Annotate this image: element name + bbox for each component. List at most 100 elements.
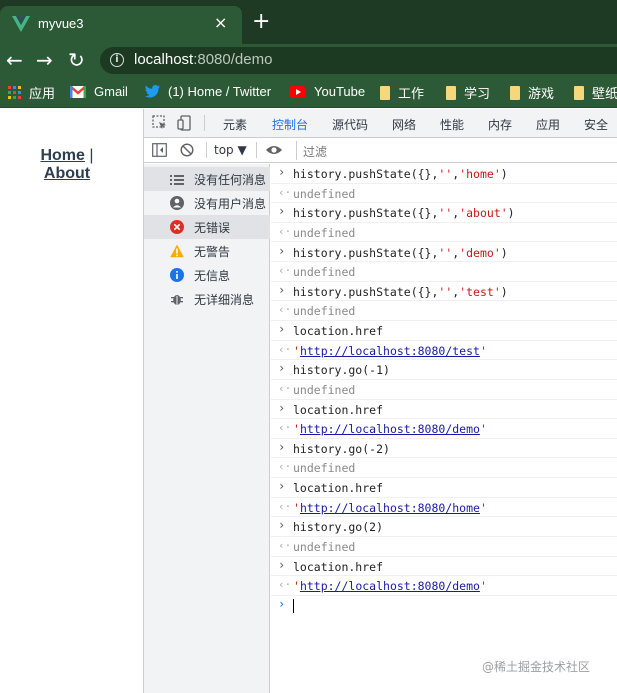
bookmark-folder-wallpaper[interactable]: 壁纸 bbox=[574, 83, 617, 101]
console-output[interactable]: › history.pushState({},'','home') ‹· undefi… bbox=[271, 164, 617, 693]
console-result-row[interactable]: ‹· undefined bbox=[271, 380, 617, 400]
console-command: history.go(-1) bbox=[293, 363, 390, 377]
apps-grid-icon bbox=[8, 86, 21, 99]
console-result-row[interactable]: ‹·'http://localhost:8080/test' bbox=[271, 341, 617, 361]
console-result-value: undefined bbox=[293, 304, 356, 319]
console-command: location.href bbox=[293, 481, 383, 495]
console-input-row[interactable]: › history.go(-2) bbox=[271, 439, 617, 459]
sidebar-item-errors[interactable]: 无错误 bbox=[144, 215, 270, 239]
quote-mark: ' bbox=[293, 343, 300, 358]
input-chevron-icon: › bbox=[278, 557, 286, 572]
console-result-row[interactable]: ‹· undefined bbox=[271, 537, 617, 557]
error-icon bbox=[170, 220, 184, 234]
site-info-icon[interactable]: i bbox=[110, 53, 124, 67]
console-input-row[interactable]: › location.href bbox=[271, 557, 617, 577]
close-tab-icon[interactable]: × bbox=[214, 13, 227, 33]
console-input-row[interactable]: › history.go(2) bbox=[271, 517, 617, 537]
tab-elements[interactable]: 元素 bbox=[223, 116, 247, 133]
quote-mark: ' bbox=[479, 579, 487, 594]
console-result-row[interactable]: ‹·'http://localhost:8080/home' bbox=[271, 498, 617, 518]
console-prompt[interactable]: › bbox=[271, 596, 617, 616]
bug-icon bbox=[171, 295, 183, 305]
sidebar-item-verbose[interactable]: 无详细消息 bbox=[144, 287, 270, 311]
console-result-value: undefined bbox=[293, 461, 356, 476]
live-expression-eye-icon[interactable] bbox=[265, 144, 283, 156]
console-input-row[interactable]: › history.pushState({},'','about') bbox=[271, 203, 617, 223]
console-result-row[interactable]: ‹·'http://localhost:8080/demo' bbox=[271, 419, 617, 439]
bookmark-folder-study[interactable]: 学习 bbox=[446, 83, 490, 101]
input-chevron-icon: › bbox=[278, 322, 286, 337]
result-url-link[interactable]: http://localhost:8080/demo bbox=[300, 579, 480, 593]
nav-link-home[interactable]: Home bbox=[40, 147, 84, 164]
console-input-row[interactable]: › location.href bbox=[271, 321, 617, 341]
tab-title: myvue3 bbox=[38, 16, 84, 31]
bookmark-folder-work[interactable]: 工作 bbox=[380, 83, 424, 101]
devtools-panel: 元素 控制台 源代码 网络 性能 内存 应用 安全 top ▼ 过滤 没有任何消… bbox=[143, 109, 617, 693]
bookmark-folder-games[interactable]: 游戏 bbox=[510, 83, 554, 101]
input-chevron-icon: › bbox=[278, 400, 286, 415]
result-arrow-icon: ‹· bbox=[278, 578, 292, 592]
console-input-row[interactable]: › location.href bbox=[271, 400, 617, 420]
sidebar-item-info[interactable]: 无信息 bbox=[144, 263, 270, 287]
youtube-icon bbox=[289, 85, 306, 98]
bookmark-youtube[interactable]: YouTube bbox=[289, 83, 365, 101]
filter-input[interactable] bbox=[297, 143, 617, 161]
forward-arrow-icon[interactable]: → bbox=[36, 49, 53, 71]
console-input-row[interactable]: › history.go(-1) bbox=[271, 360, 617, 380]
devtools-tab-bar: 元素 控制台 源代码 网络 性能 内存 应用 安全 bbox=[144, 109, 617, 141]
tab-network[interactable]: 网络 bbox=[392, 116, 416, 133]
user-icon bbox=[170, 196, 184, 210]
browser-tab[interactable]: myvue3 × bbox=[0, 6, 242, 44]
console-result-row[interactable]: ‹·'http://localhost:8080/demo' bbox=[271, 576, 617, 596]
console-input-row[interactable]: › history.pushState({},'','demo') bbox=[271, 243, 617, 263]
result-url-link[interactable]: http://localhost:8080/test bbox=[300, 344, 480, 358]
string-literal: 'about' bbox=[459, 206, 508, 221]
tab-sources[interactable]: 源代码 bbox=[332, 116, 368, 133]
console-result-row[interactable]: ‹· undefined bbox=[271, 262, 617, 282]
toolbar-divider bbox=[206, 142, 207, 158]
console-result-row[interactable]: ‹· undefined bbox=[271, 223, 617, 243]
tab-console[interactable]: 控制台 bbox=[267, 116, 313, 141]
console-result-row[interactable]: ‹· undefined bbox=[271, 301, 617, 321]
quote-mark: ' bbox=[479, 500, 487, 515]
quote-mark: ' bbox=[479, 343, 487, 358]
context-selector[interactable]: top ▼ bbox=[214, 143, 247, 157]
result-url-link[interactable]: http://localhost:8080/home bbox=[300, 501, 480, 515]
tab-application[interactable]: 应用 bbox=[536, 116, 560, 133]
console-result-value: undefined bbox=[293, 225, 356, 240]
address-bar[interactable]: i localhost:8080/demo bbox=[100, 47, 617, 74]
back-arrow-icon[interactable]: ← bbox=[6, 49, 23, 71]
command-text: history.go(-1) bbox=[293, 363, 390, 378]
input-chevron-icon: › bbox=[278, 361, 286, 376]
console-command: history.pushState({},'','about') bbox=[293, 206, 515, 220]
console-input-row[interactable]: › history.pushState({},'','test') bbox=[271, 282, 617, 302]
sidebar-toggle-icon[interactable] bbox=[152, 143, 167, 157]
console-url-result: 'http://localhost:8080/test' bbox=[293, 344, 487, 358]
device-toggle-icon[interactable] bbox=[177, 115, 193, 131]
nav-link-about[interactable]: About bbox=[44, 165, 90, 182]
bookmark-twitter[interactable]: (1) Home / Twitter bbox=[145, 83, 271, 101]
result-arrow-icon: ‹· bbox=[278, 499, 292, 513]
console-command: history.pushState({},'','home') bbox=[293, 167, 508, 181]
tab-memory[interactable]: 内存 bbox=[488, 116, 512, 133]
console-input-row[interactable]: › history.pushState({},'','home') bbox=[271, 164, 617, 184]
filter-field[interactable] bbox=[296, 141, 617, 161]
console-input-row[interactable]: › location.href bbox=[271, 478, 617, 498]
new-tab-button[interactable]: + bbox=[252, 11, 270, 33]
toolbar-divider bbox=[204, 115, 205, 131]
result-url-link[interactable]: http://localhost:8080/demo bbox=[300, 422, 480, 436]
console-result-row[interactable]: ‹· undefined bbox=[271, 458, 617, 479]
bookmark-apps[interactable]: 应用 bbox=[8, 83, 55, 101]
reload-icon[interactable]: ↻ bbox=[68, 49, 85, 71]
sidebar-item-user-messages[interactable]: 没有用户消息 bbox=[144, 191, 270, 215]
console-result-row[interactable]: ‹· undefined bbox=[271, 184, 617, 204]
sidebar-item-warnings[interactable]: 无警告 bbox=[144, 239, 270, 263]
inspect-element-icon[interactable] bbox=[152, 115, 168, 131]
bookmark-gmail[interactable]: Gmail bbox=[70, 83, 128, 101]
tab-performance[interactable]: 性能 bbox=[440, 116, 464, 133]
folder-icon bbox=[510, 85, 520, 100]
clear-console-icon[interactable] bbox=[180, 143, 194, 157]
console-toolbar: top ▼ bbox=[144, 138, 617, 163]
tab-security[interactable]: 安全 bbox=[584, 116, 608, 133]
sidebar-item-messages[interactable]: 没有任何消息 bbox=[144, 167, 270, 191]
